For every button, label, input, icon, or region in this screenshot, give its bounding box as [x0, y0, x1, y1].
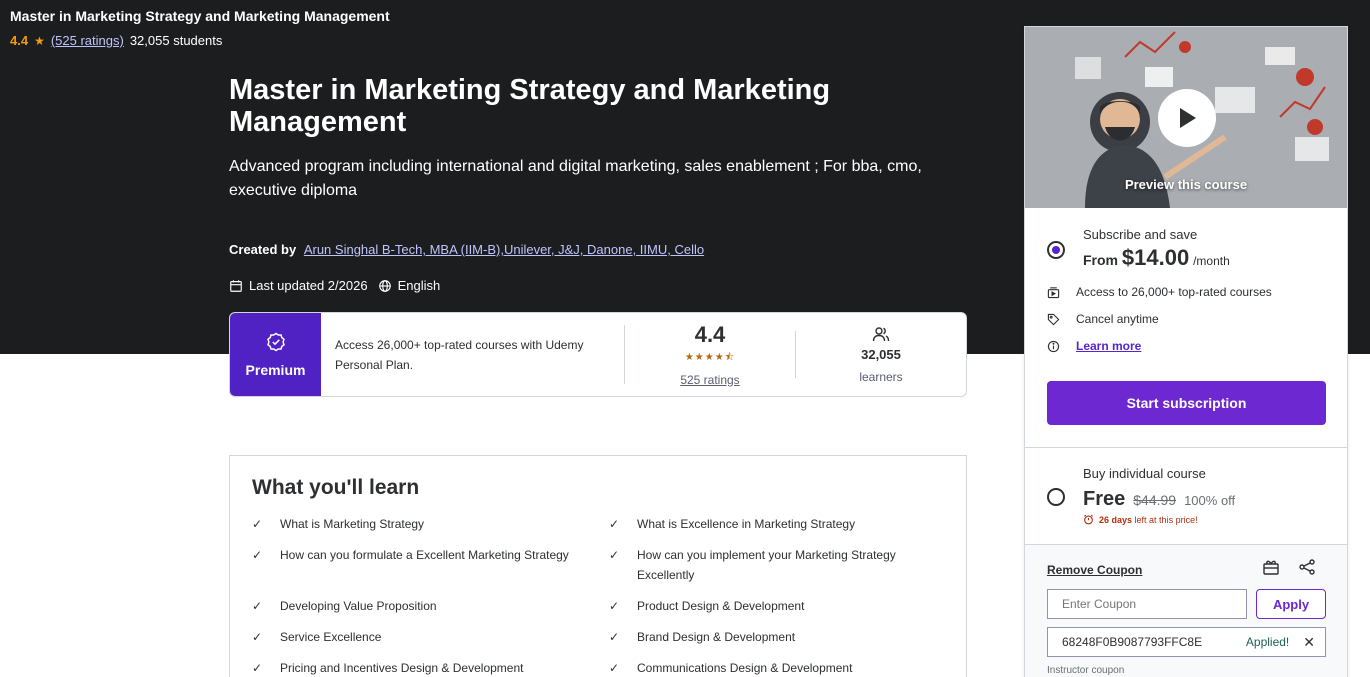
instructor-coupon-note: Instructor coupon — [1047, 665, 1125, 676]
list-item: ✓ Pricing and Incentives Design & Develop… — [252, 658, 609, 677]
list-item: ✓ Product Design & Development — [609, 596, 939, 616]
globe-icon — [378, 279, 391, 292]
remove-coupon-link[interactable]: Remove Coupon — [1047, 563, 1142, 577]
checkmark-icon: ✓ — [609, 548, 620, 562]
learners-count: 32,055 — [861, 346, 901, 362]
checkmark-icon: ✓ — [609, 517, 620, 531]
badge-check-icon — [266, 332, 285, 351]
rating-value: 4.4 — [694, 321, 726, 347]
applied-coupon-box: 68248F0B9087793FFC8E Applied! ✕ — [1047, 627, 1326, 657]
original-price: $44.99 — [1133, 492, 1177, 508]
premium-info-box: Premium Access 26,000+ top-rated courses… — [229, 312, 967, 397]
buy-radio[interactable] — [1047, 488, 1065, 506]
subscribe-feature-access: Access to 26,000+ top-rated courses — [1047, 285, 1272, 299]
alarm-clock-icon — [1084, 514, 1093, 525]
learners-label: learners — [859, 369, 903, 384]
star-icon: ★ — [34, 33, 45, 48]
ratings-link[interactable]: 525 ratings — [680, 373, 739, 387]
what-you-learn-box: What you'll learn ✓ What is Marketing Str… — [229, 455, 967, 677]
premium-badge-label: Premium — [245, 361, 306, 378]
premium-badge: Premium — [230, 313, 321, 396]
checkmark-icon: ✓ — [609, 661, 620, 675]
learn-more-link[interactable]: Learn more — [1076, 339, 1141, 353]
checkmark-icon: ✓ — [609, 630, 620, 644]
list-item: ✓ Communications Design & Development — [609, 658, 939, 677]
list-item: ✓ Service Excellence — [252, 627, 609, 647]
premium-rating-stat: 4.4 ★★★★⯪ 525 ratings — [625, 322, 796, 387]
checkmark-icon: ✓ — [252, 599, 263, 613]
list-item: ✓ How can you formulate a Excellent Marke… — [252, 545, 609, 585]
buy-price-row: Free $44.99 100% off — [1083, 488, 1235, 511]
buy-individual-option: Buy individual course Free $44.99 100% o… — [1025, 448, 1347, 545]
course-preview[interactable]: Preview this course — [1025, 27, 1347, 208]
library-icon — [1047, 286, 1060, 298]
last-updated: Last updated 2/2026 — [249, 278, 368, 293]
subscribe-heading: Subscribe and save — [1083, 227, 1198, 242]
subscribe-feature-cancel: Cancel anytime — [1047, 312, 1159, 326]
list-item: ✓ Developing Value Proposition — [252, 596, 609, 616]
start-subscription-button[interactable]: Start subscription — [1047, 381, 1326, 425]
buy-heading: Buy individual course — [1083, 466, 1206, 481]
share-icon[interactable] — [1298, 558, 1316, 576]
calendar-icon — [230, 279, 242, 292]
coupon-applied-status: Applied! — [1245, 635, 1290, 649]
list-item: ✓ What is Marketing Strategy — [252, 514, 609, 534]
created-by-label: Created by — [229, 242, 297, 257]
apply-coupon-button[interactable]: Apply — [1256, 589, 1326, 619]
coupon-code: 68248F0B9087793FFC8E — [1062, 635, 1203, 649]
checkmark-icon: ✓ — [252, 517, 263, 531]
list-item: ✓ What is Excellence in Marketing Strateg… — [609, 514, 939, 534]
sticky-rating-value: 4.4 — [10, 33, 29, 48]
gift-icon[interactable] — [1262, 558, 1280, 576]
discount-percent: 100% off — [1184, 493, 1236, 508]
purchase-sidebar: Preview this course Subscribe and save F… — [1024, 26, 1348, 677]
page-title: Master in Marketing Strategy and Marketi… — [229, 74, 831, 138]
timer-days: 26 days — [1099, 514, 1133, 525]
play-button[interactable] — [1158, 89, 1216, 147]
star-rating-icon: ★★★★⯪ — [684, 351, 736, 363]
sticky-rating-row: 4.4 ★ (525 ratings) 32,055 students — [10, 33, 222, 48]
subscription-option: Subscribe and save From $14.00 /month Ac… — [1025, 208, 1347, 448]
course-language: English — [397, 278, 441, 293]
checkmark-icon: ✓ — [252, 630, 263, 644]
sticky-ratings-link[interactable]: (525 ratings) — [51, 33, 124, 48]
subscribe-radio[interactable] — [1047, 241, 1065, 259]
list-item: ✓ How can you implement your Marketing St… — [609, 545, 939, 585]
tag-icon — [1047, 313, 1060, 325]
play-icon — [1180, 108, 1196, 128]
list-item: ✓ Brand Design & Development — [609, 627, 939, 647]
subscribe-feature-learn-more: Learn more — [1047, 339, 1141, 353]
subscribe-amount: $14.00 — [1121, 245, 1190, 270]
premium-learners-stat: 32,055 learners — [796, 313, 966, 396]
checkmark-icon: ✓ — [252, 661, 263, 675]
info-icon — [1047, 340, 1060, 352]
course-subtitle: Advanced program including international… — [229, 158, 922, 199]
sticky-course-title: Master in Marketing Strategy and Marketi… — [10, 8, 390, 24]
preview-label: Preview this course — [1124, 177, 1248, 192]
users-icon — [872, 326, 890, 341]
timer-text: left at this price! — [1134, 514, 1198, 525]
price-timer: 26 days left at this price! — [1083, 514, 1198, 525]
learn-items-grid: ✓ What is Marketing Strategy ✓ What is Exc… — [252, 514, 944, 677]
subscribe-period: /month — [1193, 254, 1230, 268]
course-meta-row: Last updated 2/2026 English — [229, 278, 440, 293]
premium-description: Access 26,000+ top-rated courses with Ud… — [321, 325, 625, 384]
instructor-link[interactable]: Arun Singhal B-Tech, MBA (IIM-B),Unileve… — [304, 242, 704, 257]
coupon-section: Remove Coupon Apply 68248F0B9087793FFC8E… — [1025, 545, 1347, 677]
sticky-students-count: 32,055 students — [129, 33, 223, 48]
learn-section-title: What you'll learn — [252, 476, 420, 499]
close-icon[interactable]: ✕ — [1303, 634, 1315, 651]
checkmark-icon: ✓ — [609, 599, 620, 613]
checkmark-icon: ✓ — [252, 548, 263, 562]
created-by-row: Created by Arun Singhal B-Tech, MBA (IIM… — [229, 242, 704, 257]
buy-price: Free — [1083, 488, 1126, 510]
coupon-input[interactable] — [1047, 589, 1247, 619]
subscribe-price: From $14.00 /month — [1083, 245, 1230, 270]
